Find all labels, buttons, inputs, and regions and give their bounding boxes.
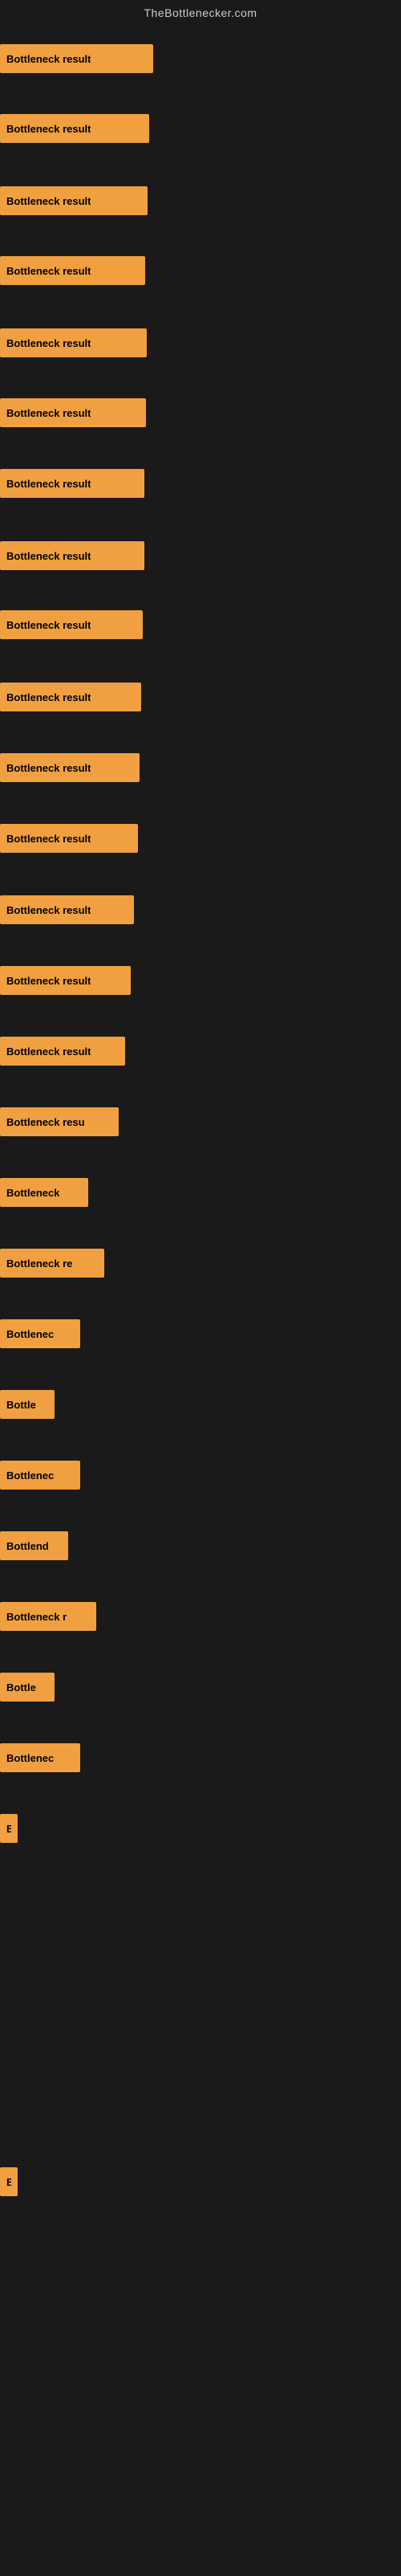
- bottleneck-result-item: Bottleneck result: [0, 114, 149, 143]
- bottleneck-result-label: Bottleneck result: [6, 123, 91, 135]
- bottleneck-result-item: Bottleneck re: [0, 1249, 104, 1278]
- bottleneck-result-item: Bottleneck result: [0, 683, 141, 711]
- bottleneck-result-label: Bottle: [6, 1681, 36, 1694]
- bottleneck-result-label: Bottleneck resu: [6, 1116, 85, 1128]
- site-title: TheBottlenecker.com: [0, 0, 401, 22]
- bottleneck-result-item: Bottle: [0, 1673, 55, 1702]
- bottleneck-result-label: Bottleneck result: [6, 691, 91, 703]
- bottleneck-result-label: Bottle: [6, 1399, 36, 1411]
- bottleneck-result-item: Bottleneck result: [0, 44, 153, 73]
- bottleneck-result-item: Bottlend: [0, 1531, 68, 1560]
- bottleneck-result-item: Bottleneck: [0, 1178, 88, 1207]
- bottleneck-result-item: Bottleneck resu: [0, 1107, 119, 1136]
- bottleneck-result-item: Bottleneck result: [0, 398, 146, 427]
- bottleneck-result-item: Bottleneck result: [0, 610, 143, 639]
- bottleneck-result-item: Bottlenec: [0, 1319, 80, 1348]
- bottleneck-result-item: Bottle: [0, 1390, 55, 1419]
- bottleneck-result-item: Bottleneck result: [0, 186, 148, 215]
- bottleneck-result-item: Bottleneck result: [0, 753, 140, 782]
- bottleneck-result-item: B: [0, 1814, 18, 1843]
- bottleneck-result-item: Bottleneck result: [0, 541, 144, 570]
- bottleneck-result-label: Bottlenec: [6, 1328, 54, 1340]
- bottleneck-result-item: Bottleneck result: [0, 256, 145, 285]
- bottleneck-result-label: Bottleneck result: [6, 762, 91, 774]
- bottleneck-result-label: Bottleneck: [6, 1187, 59, 1199]
- bottleneck-result-item: Bottleneck result: [0, 824, 138, 853]
- bottleneck-result-label: Bottleneck result: [6, 337, 91, 349]
- bottleneck-result-label: Bottleneck re: [6, 1257, 72, 1270]
- bottleneck-result-label: B: [6, 2176, 11, 2188]
- bottleneck-result-label: Bottleneck r: [6, 1611, 67, 1623]
- bottleneck-result-item: Bottleneck result: [0, 328, 147, 357]
- bottleneck-result-item: Bottleneck result: [0, 966, 131, 995]
- bottleneck-result-item: Bottlenec: [0, 1461, 80, 1490]
- bottleneck-result-item: B: [0, 2167, 18, 2196]
- bottleneck-result-item: Bottleneck result: [0, 895, 134, 924]
- bottleneck-result-label: Bottleneck result: [6, 407, 91, 419]
- bottleneck-result-label: Bottlend: [6, 1540, 49, 1552]
- bottleneck-result-label: Bottleneck result: [6, 904, 91, 916]
- bottleneck-result-label: Bottleneck result: [6, 265, 91, 277]
- bottleneck-result-item: Bottleneck r: [0, 1602, 96, 1631]
- bottleneck-result-label: Bottleneck result: [6, 1045, 91, 1058]
- bottleneck-result-label: B: [6, 1823, 11, 1835]
- bottleneck-result-label: Bottleneck result: [6, 53, 91, 65]
- bottleneck-result-label: Bottleneck result: [6, 478, 91, 490]
- bottleneck-result-label: Bottleneck result: [6, 833, 91, 845]
- bottleneck-result-item: Bottlenec: [0, 1743, 80, 1772]
- bottleneck-result-label: Bottleneck result: [6, 550, 91, 562]
- bottleneck-result-item: Bottleneck result: [0, 469, 144, 498]
- bottleneck-result-label: Bottlenec: [6, 1469, 54, 1482]
- bottleneck-result-item: Bottleneck result: [0, 1037, 125, 1066]
- bottleneck-result-label: Bottleneck result: [6, 975, 91, 987]
- bottleneck-result-label: Bottleneck result: [6, 619, 91, 631]
- bottleneck-result-label: Bottlenec: [6, 1752, 54, 1764]
- bottleneck-result-label: Bottleneck result: [6, 195, 91, 207]
